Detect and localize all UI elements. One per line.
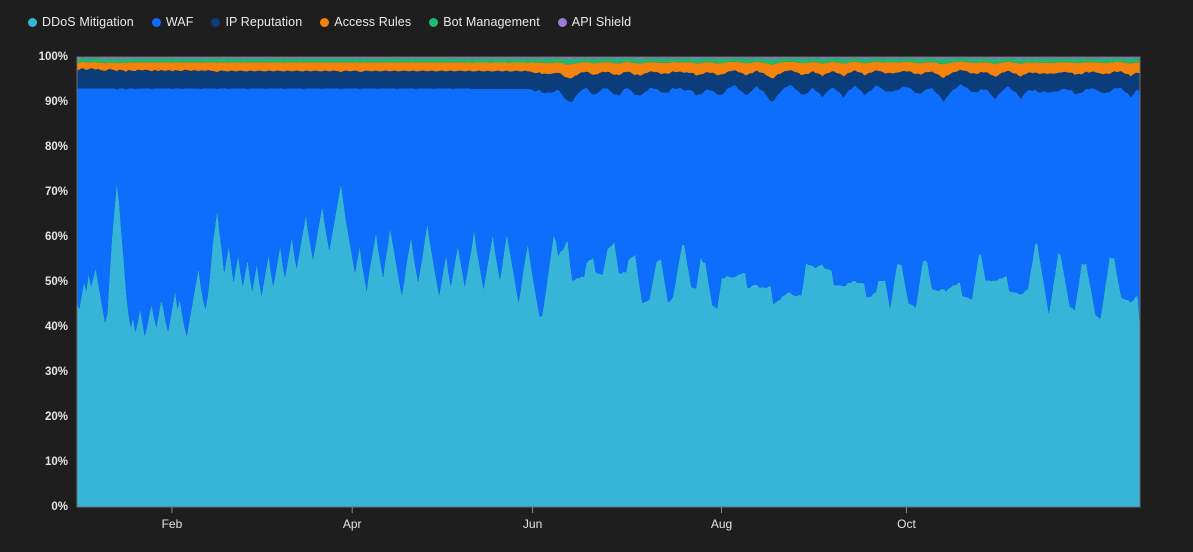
y-axis-tick-label: 50% — [45, 276, 68, 288]
y-axis-tick-label: 10% — [45, 456, 68, 468]
legend-item-label: DDoS Mitigation — [42, 14, 134, 29]
legend-item-api-shield[interactable]: API Shield — [557, 14, 632, 29]
legend-item-label: Bot Management — [443, 14, 540, 29]
x-axis-tick-label: Aug — [711, 517, 732, 531]
y-axis-tick-label: 20% — [45, 411, 68, 423]
x-axis-ticks: Feb Apr Jun Aug Oct — [162, 507, 916, 531]
y-axis-ticks: 0% 10% 20% 30% 40% 50% 60% 70% 80% 90% 100% — [39, 51, 68, 513]
legend-item-ip-reputation[interactable]: IP Reputation — [211, 16, 302, 29]
y-axis-tick-label: 40% — [45, 321, 68, 333]
legend-dot-icon — [429, 17, 439, 27]
x-axis-tick-label: Feb — [162, 517, 183, 531]
x-axis-tick-label: Oct — [897, 517, 916, 531]
security-events-chart-page: DDoS Mitigation WAF IP Reputation Access Ru… — [0, 0, 1193, 552]
legend-item-bot-management[interactable]: Bot Management — [429, 16, 540, 29]
legend-dot-icon — [151, 17, 161, 27]
legend-item-ddos-mitigation[interactable]: DDoS Mitigation — [28, 16, 134, 29]
legend-dot-icon — [320, 17, 330, 27]
chart-legend: DDoS Mitigation WAF IP Reputation Access Ru… — [0, 0, 1193, 44]
legend-item-label: IP Reputation — [225, 14, 303, 29]
x-axis-tick-label: Apr — [343, 517, 362, 531]
x-axis-tick-label: Jun — [523, 517, 542, 531]
y-axis-tick-label: 70% — [45, 186, 68, 198]
legend-item-waf[interactable]: WAF — [151, 14, 194, 29]
y-axis-tick-label: 30% — [45, 366, 68, 378]
legend-dot-icon — [28, 17, 37, 27]
y-axis-tick-label: 0% — [51, 501, 68, 513]
y-axis-tick-label: 80% — [45, 141, 68, 153]
legend-item-label: Access Rules — [334, 14, 412, 29]
y-axis-tick-label: 60% — [45, 231, 68, 243]
area-series-group — [77, 57, 1140, 507]
legend-dot-icon — [211, 17, 221, 27]
legend-dot-icon — [557, 17, 567, 27]
y-axis-tick-label: 90% — [45, 96, 68, 108]
legend-item-access-rules[interactable]: Access Rules — [320, 16, 411, 29]
stacked-area-chart: 0% 10% 20% 30% 40% 50% 60% 70% 80% 90% 100% Feb Apr… — [39, 51, 1141, 531]
chart-plot-area: 0% 10% 20% 30% 40% 50% 60% 70% 80% 90% 100% Feb Apr… — [0, 44, 1193, 552]
legend-item-label: WAF — [165, 14, 194, 29]
legend-item-label: API Shield — [571, 14, 632, 29]
y-axis-tick-label: 100% — [39, 51, 68, 63]
